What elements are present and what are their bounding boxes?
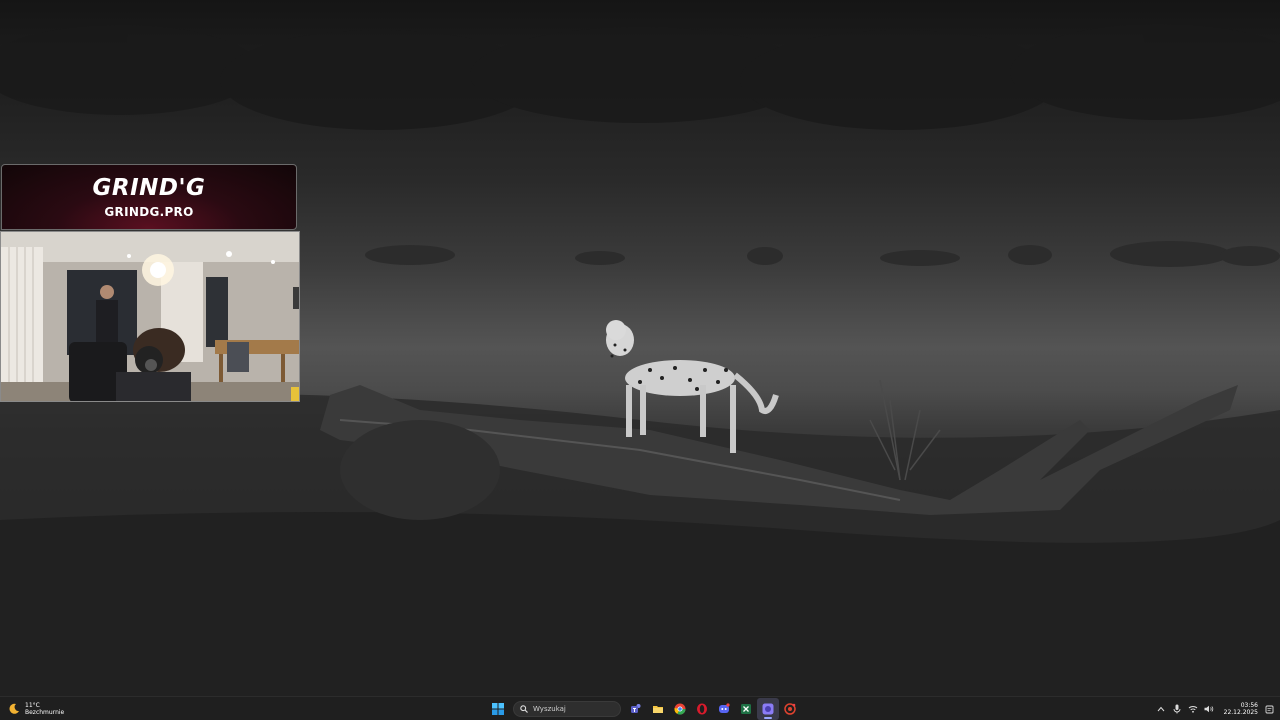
search-placeholder: Wyszukaj [533,705,566,713]
file-explorer-icon [653,706,663,713]
system-tray: 03:56 22.12.2025 [1156,698,1274,720]
notification-button[interactable] [1264,704,1274,714]
volume-button[interactable] [1204,704,1214,714]
obs-app-icon [762,703,774,715]
discord-icon [719,703,730,713]
moon-weather-icon [9,703,19,714]
teams-icon [631,704,641,713]
stream-overlay: GRIND'G GRINDG.PRO [0,164,300,402]
logo-website: GRINDG.PRO [104,205,194,219]
taskbar-center: Wyszukaj [487,698,801,720]
taskbar-app-chrome[interactable] [669,698,691,720]
taskbar-clock[interactable]: 03:56 22.12.2025 [1224,702,1258,716]
weather-widget[interactable]: 11°C Bezchmurnie [8,699,64,719]
windows-start-icon [492,703,504,715]
wifi-icon [1188,706,1197,713]
taskbar-search-box[interactable]: Wyszukaj [513,701,621,717]
logo-title: GRIND'G [92,175,206,201]
weather-temperature: 11°C [25,702,40,709]
grindg-logo-banner: GRIND'G GRINDG.PRO [1,164,297,230]
excel-icon [741,704,751,714]
network-button[interactable] [1188,704,1198,714]
taskbar-app-file-explorer[interactable] [647,698,669,720]
weather-condition: Bezchmurnie [25,709,65,716]
clock-date: 22.12.2025 [1223,709,1258,716]
chevron-up-icon [1157,706,1165,712]
windows-start-button[interactable] [487,698,509,720]
speaker-icon [1204,705,1213,713]
taskbar-app-opera[interactable] [691,698,713,720]
clock-time: 03:56 [1240,702,1258,709]
notification-icon [1265,705,1273,713]
show-hidden-icons-button[interactable] [1156,704,1166,714]
recorder-app-icon [784,703,796,715]
chrome-icon [674,703,686,715]
taskbar: 11°C Bezchmurnie Wyszukaj 03:56 22.12.20… [0,696,1280,720]
search-icon [520,705,528,713]
taskbar-app-discord[interactable] [713,698,735,720]
taskbar-app-obs[interactable] [757,698,779,720]
taskbar-app-excel[interactable] [735,698,757,720]
opera-icon [697,703,707,715]
taskbar-app-teams[interactable] [625,698,647,720]
microphone-icon [1173,704,1181,714]
webcam-feed [0,231,300,402]
desktop-wallpaper: GRIND'G GRINDG.PRO [0,0,1280,696]
taskbar-app-recorder[interactable] [779,698,801,720]
microphone-button[interactable] [1172,704,1182,714]
